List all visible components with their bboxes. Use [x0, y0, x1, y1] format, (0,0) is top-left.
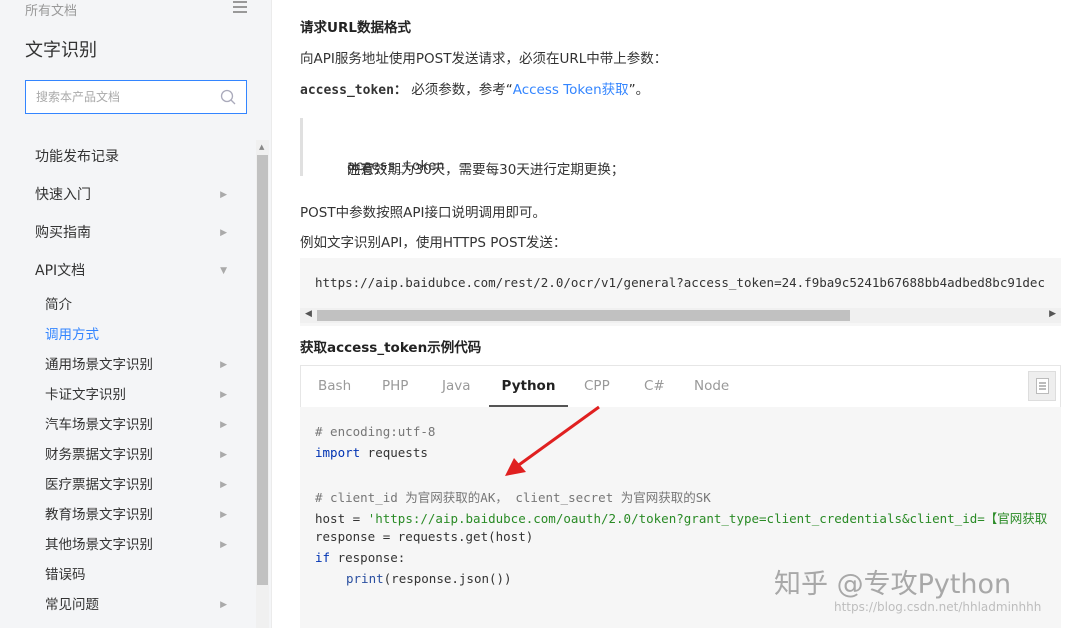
tab-bash[interactable]: Bash	[318, 366, 351, 407]
sidebar-subitem-general-ocr[interactable]: 通用场景文字识别 ▶	[0, 350, 255, 380]
sidebar-item-label: 购买指南	[35, 225, 91, 241]
chevron-right-icon: ▶	[220, 228, 227, 238]
sidebar-item-label: 财务票据文字识别	[45, 447, 153, 463]
access-token-desc-end: ”。	[628, 82, 650, 98]
code-text: requests	[360, 445, 428, 460]
heading-token-sample: 获取access_token示例代码	[300, 340, 482, 356]
note-block: 注意： access_token 的有效期为30天，需要每30天进行定期更换；	[300, 118, 1061, 178]
sidebar-item-label: 教育场景文字识别	[45, 507, 153, 523]
sidebar-scrollbar[interactable]: ▲	[256, 140, 269, 628]
copy-button[interactable]	[1028, 371, 1056, 401]
search-input[interactable]	[26, 81, 206, 113]
sidebar-subitem-education-ocr[interactable]: 教育场景文字识别 ▶	[0, 500, 255, 530]
chevron-right-icon: ▶	[220, 190, 227, 200]
sidebar-subitem-usage[interactable]: 调用方式	[0, 320, 255, 350]
note-suffix: 的有效期为30天，需要每30天进行定期更换；	[347, 162, 625, 178]
sidebar-item-quickstart[interactable]: 快速入门 ▶	[0, 176, 255, 214]
sidebar-item-label: 其他场景文字识别	[45, 537, 153, 553]
code-line-4: # client_id 为官网获取的AK， client_secret 为官网获…	[315, 490, 711, 505]
chevron-right-icon: ▶	[220, 480, 227, 490]
sidebar-item-label: API文档	[35, 263, 86, 279]
red-arrow-annotation	[505, 405, 600, 476]
chevron-right-icon: ▶	[220, 360, 227, 370]
sidebar-item-label: 卡证文字识别	[45, 387, 126, 403]
sidebar-item-api-docs[interactable]: API文档 ▼	[0, 252, 255, 290]
sidebar-item-label: 常见问题	[45, 597, 99, 613]
paragraph-example: 例如文字识别API，使用HTTPS POST发送：	[300, 235, 567, 251]
chevron-right-icon: ▶	[220, 450, 227, 460]
sidebar-item-release-notes[interactable]: 功能发布记录	[0, 138, 255, 176]
code-keyword: import	[315, 445, 361, 460]
paragraph-access-token: access_token： 必须参数，参考“Access Token获取”。	[300, 78, 649, 98]
access-token-link[interactable]: Access Token获取	[513, 82, 629, 98]
sidebar-item-label: 医疗票据文字识别	[45, 477, 153, 493]
doc-title: 文字识别	[25, 40, 97, 61]
zhihu-watermark: 知乎 @专攻Python	[774, 569, 1012, 600]
sidebar-subitem-faq[interactable]: 常见问题 ▶	[0, 590, 255, 620]
search-box	[25, 80, 247, 114]
copy-icon	[1036, 378, 1049, 394]
sidebar: 所有文档 文字识别 功能发布记录 快速入门 ▶ 购买指南 ▶ API文档 ▼ 简介 调…	[0, 0, 272, 628]
code-line-7: if response:	[315, 550, 405, 565]
sidebar-item-label: 调用方式	[45, 327, 99, 343]
sidebar-subitem-medical-ocr[interactable]: 医疗票据文字识别 ▶	[0, 470, 255, 500]
example-url: https://aip.baidubce.com/rest/2.0/ocr/v1…	[315, 275, 1045, 290]
scroll-right-icon[interactable]: ▶	[1049, 309, 1056, 319]
sidebar-subitem-card-ocr[interactable]: 卡证文字识别 ▶	[0, 380, 255, 410]
tab-csharp[interactable]: C#	[644, 366, 665, 407]
code-keyword: if	[315, 550, 331, 565]
sidebar-subitem-error-codes[interactable]: 错误码	[0, 560, 255, 590]
list-menu-icon[interactable]	[233, 1, 247, 13]
breadcrumb[interactable]: 所有文档	[25, 4, 77, 19]
csdn-watermark: https://blog.csdn.net/hhladminhhh	[834, 600, 1042, 614]
tab-php[interactable]: PHP	[382, 366, 408, 407]
tab-node[interactable]: Node	[694, 366, 729, 407]
sidebar-subitem-finance-ocr[interactable]: 财务票据文字识别 ▶	[0, 440, 255, 470]
tab-python[interactable]: Python	[489, 366, 568, 407]
code-line-2: import requests	[315, 445, 428, 460]
language-tabs: Bash PHP Java Python CPP C# Node	[300, 365, 1061, 407]
code-line-8: print(response.json())	[346, 571, 512, 586]
chevron-right-icon: ▶	[220, 600, 227, 610]
url-code-block: https://aip.baidubce.com/rest/2.0/ocr/v1…	[300, 258, 1061, 326]
sidebar-subitem-vehicle-ocr[interactable]: 汽车场景文字识别 ▶	[0, 410, 255, 440]
code-string: 'https://aip.baidubce.com/oauth/2.0/toke…	[367, 511, 1048, 526]
scroll-up-icon[interactable]: ▲	[259, 143, 264, 151]
sidebar-nav: 功能发布记录 快速入门 ▶ 购买指南 ▶ API文档 ▼ 简介 调用方式 通用场景文字…	[0, 138, 255, 620]
code-function: print	[346, 571, 384, 586]
sidebar-item-purchase-guide[interactable]: 购买指南 ▶	[0, 214, 255, 252]
tab-java[interactable]: Java	[442, 366, 471, 407]
chevron-right-icon: ▶	[220, 510, 227, 520]
code-text: host =	[315, 511, 368, 526]
code-text: (response.json())	[383, 571, 512, 586]
chevron-right-icon: ▶	[220, 540, 227, 550]
sidebar-subitem-other-ocr[interactable]: 其他场景文字识别 ▶	[0, 530, 255, 560]
chevron-down-icon: ▼	[220, 266, 227, 276]
sidebar-item-label: 功能发布记录	[35, 149, 119, 165]
search-icon[interactable]	[220, 89, 236, 105]
scrollbar-thumb[interactable]	[317, 310, 850, 321]
code-line-6: response = requests.get(host)	[315, 529, 534, 544]
heading-request-url-format: 请求URL数据格式	[300, 20, 411, 36]
tab-cpp[interactable]: CPP	[584, 366, 610, 407]
paragraph-post-request: 向API服务地址使用POST发送请求，必须在URL中带上参数：	[300, 51, 668, 67]
scroll-left-icon[interactable]: ◀	[305, 309, 312, 319]
code-text: response:	[330, 550, 406, 565]
horizontal-scrollbar[interactable]: ◀ ▶	[300, 308, 1061, 323]
chevron-right-icon: ▶	[220, 390, 227, 400]
access-token-desc: 必须参数，参考“	[411, 82, 513, 98]
sidebar-item-label: 错误码	[45, 567, 86, 583]
access-token-label: access_token：	[300, 83, 407, 98]
sidebar-item-label: 通用场景文字识别	[45, 357, 153, 373]
scrollbar-thumb[interactable]	[257, 155, 268, 585]
sidebar-item-label: 汽车场景文字识别	[45, 417, 153, 433]
sidebar-item-label: 快速入门	[35, 187, 91, 203]
code-line-1: # encoding:utf-8	[315, 424, 436, 439]
paragraph-post-params: POST中参数按照API接口说明调用即可。	[300, 205, 546, 221]
code-line-5: host = 'https://aip.baidubce.com/oauth/2…	[315, 508, 1047, 527]
sidebar-top: 所有文档	[25, 0, 247, 19]
chevron-right-icon: ▶	[220, 420, 227, 430]
sidebar-subitem-intro[interactable]: 简介	[0, 290, 255, 320]
sidebar-item-label: 简介	[45, 297, 72, 313]
